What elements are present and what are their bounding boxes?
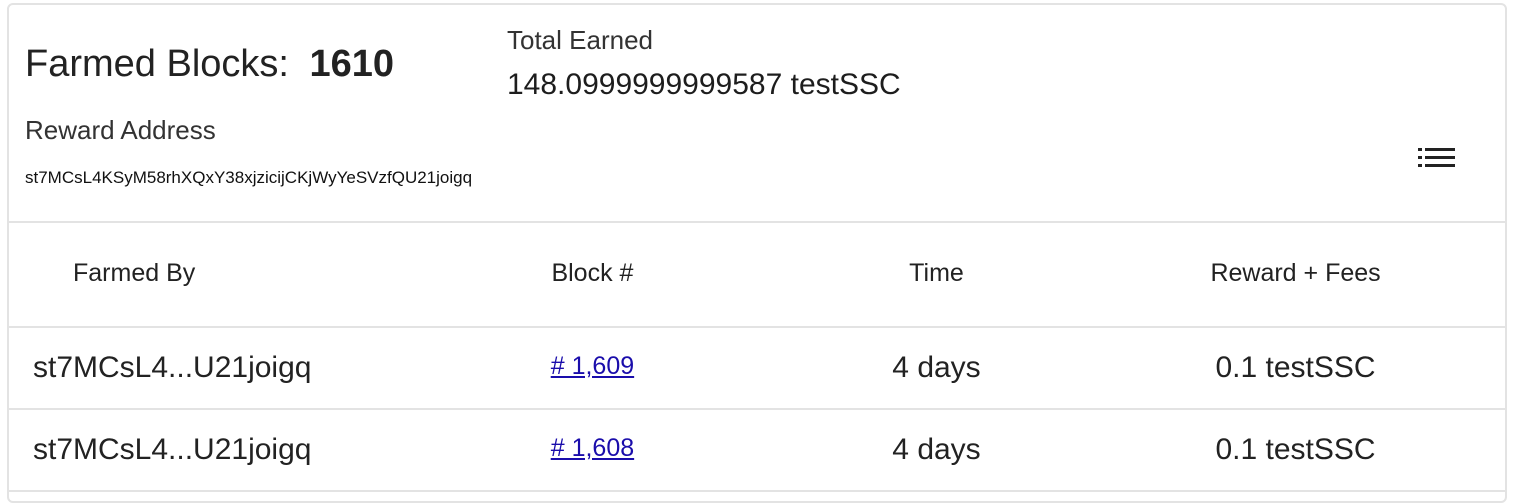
column-header-time: Time: [786, 221, 1087, 328]
table-row: st7MCsL4...U21joigq # 1,609 4 days 0.1 t…: [9, 327, 1505, 410]
farmed-blocks-table: Farmed By Block # Time Reward + Fees st7…: [9, 221, 1505, 492]
column-header-reward: Reward + Fees: [1086, 221, 1505, 328]
farmed-by-cell: st7MCsL4...U21joigq: [9, 327, 398, 410]
reward-cell: 0.1 testSSC: [1086, 327, 1505, 410]
list-icon[interactable]: [1417, 147, 1457, 171]
column-header-block: Block #: [397, 221, 787, 328]
farmer-card: Farmed Blocks: 1610 Total Earned 148.099…: [7, 3, 1507, 503]
farmed-blocks-label: Farmed Blocks:: [25, 43, 289, 85]
table-header-row: Farmed By Block # Time Reward + Fees: [9, 221, 1505, 328]
block-link[interactable]: # 1,608: [551, 434, 634, 462]
time-cell: 4 days: [786, 327, 1087, 410]
list-icon-graphic: [1418, 148, 1455, 167]
reward-address-label: Reward Address: [25, 115, 216, 145]
farmer-summary: Farmed Blocks: 1610 Total Earned 148.099…: [9, 5, 1505, 223]
farmed-blocks-count: 1610: [309, 43, 395, 85]
table-row: st7MCsL4...U21joigq # 1,608 4 days 0.1 t…: [9, 409, 1505, 492]
reward-address-value: st7MCsL4KSyM58rhXQxY38xjzicijCKjWyYeSVzf…: [25, 168, 473, 187]
total-earned-label: Total Earned: [507, 25, 653, 55]
time-cell: 4 days: [786, 409, 1087, 492]
total-earned-value: 148.0999999999587 testSSC: [507, 68, 901, 101]
column-header-farmed-by: Farmed By: [9, 221, 398, 328]
farmed-blocks-line: Farmed Blocks: 1610: [25, 43, 394, 86]
block-link[interactable]: # 1,609: [551, 352, 634, 380]
farmed-by-cell: st7MCsL4...U21joigq: [9, 409, 398, 492]
block-cell: # 1,608: [397, 409, 787, 492]
block-cell: # 1,609: [397, 327, 787, 410]
reward-cell: 0.1 testSSC: [1086, 409, 1505, 492]
